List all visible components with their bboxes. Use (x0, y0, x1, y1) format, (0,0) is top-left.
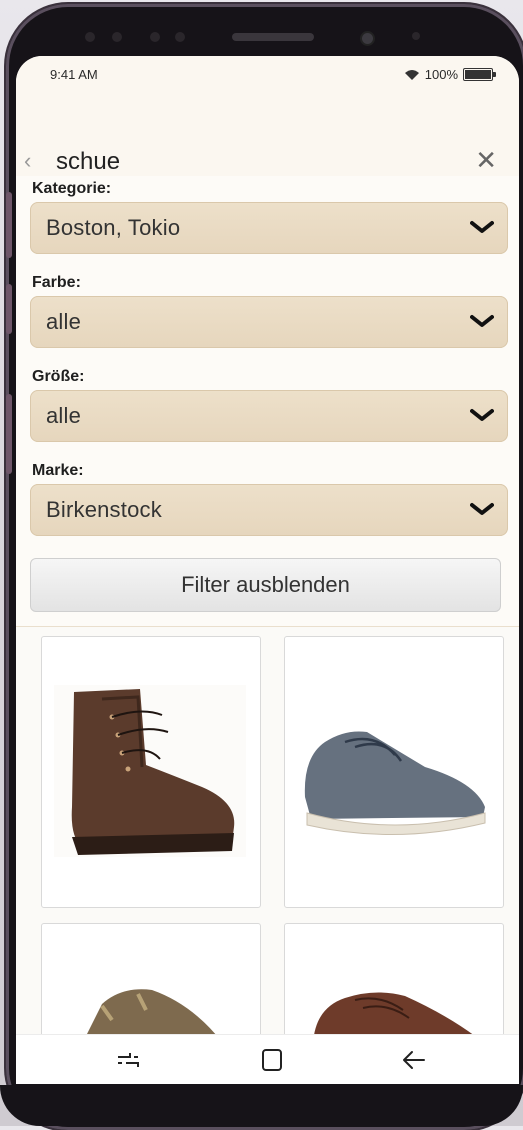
android-nav-bar (16, 1034, 519, 1084)
select-farbe[interactable]: alle (30, 296, 508, 348)
sensor (85, 32, 95, 42)
battery-icon (463, 68, 496, 81)
back-arrow-icon[interactable] (400, 1047, 428, 1073)
top-bezel (0, 0, 523, 60)
chevron-down-icon (470, 221, 494, 233)
status-time: 9:41 AM (50, 67, 98, 82)
status-indicators: 100% (404, 67, 496, 82)
select-value: Birkenstock (46, 497, 162, 522)
filter-label-groesse: Größe: (32, 368, 85, 385)
product-card-sneaker[interactable] (284, 636, 504, 908)
clear-search-icon[interactable]: ✕ (475, 145, 497, 176)
battery-percentage: 100% (424, 67, 458, 82)
select-value: alle (46, 309, 82, 334)
side-button (6, 394, 12, 474)
select-value: alle (46, 403, 82, 428)
hide-filter-button[interactable]: Filter ausblenden (30, 558, 501, 612)
select-kategorie[interactable]: Boston, Tokio (30, 202, 508, 254)
phone-screen: 9:41 AM 100% ‹ schue ✕ Kategorie: Boston… (16, 56, 519, 1084)
filter-label-kategorie: Kategorie: (32, 180, 112, 197)
product-image-boot (54, 685, 246, 857)
recent-apps-icon[interactable] (114, 1047, 142, 1073)
home-button-icon[interactable] (258, 1047, 286, 1073)
select-groesse[interactable]: alle (30, 390, 508, 442)
product-grid (16, 627, 519, 1065)
sensor (112, 32, 122, 42)
product-card-boot[interactable] (41, 636, 261, 908)
product-image-sneaker (304, 731, 486, 835)
search-input[interactable]: schue (56, 148, 120, 176)
bottom-bezel (0, 1085, 523, 1126)
sensor (150, 32, 160, 42)
wifi-icon (404, 69, 419, 80)
status-bar: 9:41 AM 100% (16, 56, 519, 92)
chevron-down-icon (470, 409, 494, 421)
front-camera (362, 33, 373, 44)
chevron-down-icon (470, 503, 494, 515)
back-chevron-icon[interactable]: ‹ (24, 148, 31, 174)
speaker-grille (232, 33, 314, 41)
sensor (412, 32, 420, 40)
select-marke[interactable]: Birkenstock (30, 484, 508, 536)
volume-button (6, 192, 12, 258)
bixby-button (6, 284, 12, 334)
filter-label-farbe: Farbe: (32, 274, 81, 291)
select-value: Boston, Tokio (46, 215, 181, 240)
sensor (175, 32, 185, 42)
filter-label-marke: Marke: (32, 462, 84, 479)
chevron-down-icon (470, 315, 494, 327)
